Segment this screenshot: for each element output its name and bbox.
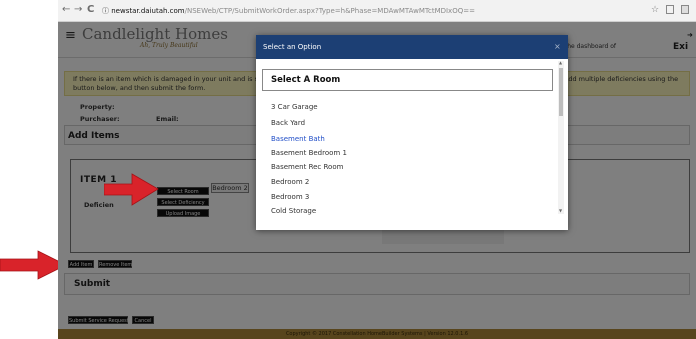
select-room-header: Select A Room [262,69,553,91]
room-option[interactable]: Bedroom 2 [271,178,309,186]
modal-scrollbar-thumb[interactable] [559,68,563,116]
browser-window: ← → C ⓘ newstar.daiutah.com/NSEWeb/CTP/S… [58,0,696,339]
forward-arrow-icon[interactable]: → [74,4,82,16]
close-icon[interactable]: × [554,42,561,51]
extension-icon[interactable] [666,5,674,14]
scroll-up-icon[interactable]: ▲ [559,60,562,65]
bookmark-star-icon[interactable]: ☆ [651,4,659,16]
reload-icon[interactable]: C [87,4,94,16]
room-option[interactable]: 3 Car Garage [271,103,318,111]
screenshot-stage: ← → C ⓘ newstar.daiutah.com/NSEWeb/CTP/S… [0,0,696,339]
select-option-modal: Select an Option × Select A Room 3 Car G… [256,35,568,230]
room-option-selected[interactable]: Basement Bath [271,135,325,143]
back-arrow-icon[interactable]: ← [62,4,70,16]
room-option[interactable]: Back Yard [271,119,305,127]
info-icon[interactable]: ⓘ [102,7,109,15]
room-option[interactable]: Cold Storage [271,207,316,215]
address-host: newstar.daiutah.com [111,7,185,15]
address-bar[interactable]: ⓘ newstar.daiutah.com/NSEWeb/CTP/SubmitW… [102,4,642,18]
browser-toolbar: ← → C ⓘ newstar.daiutah.com/NSEWeb/CTP/S… [58,0,696,22]
scroll-down-icon[interactable]: ▼ [559,208,562,213]
room-option[interactable]: Bedroom 3 [271,193,309,201]
modal-title: Select an Option [263,43,322,51]
red-arrow-select-room [104,173,159,206]
address-path: /NSEWeb/CTP/SubmitWorkOrder.aspx?Type=h&… [184,7,475,15]
extension-icon-2[interactable] [681,5,689,14]
room-option[interactable]: Basement Rec Room [271,163,343,171]
room-option[interactable]: Basement Bedroom 1 [271,149,347,157]
